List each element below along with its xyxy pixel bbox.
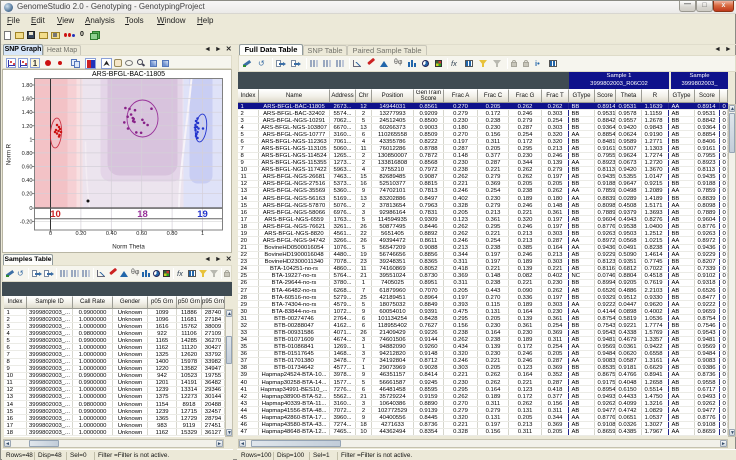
svg-text:-0.20: -0.20	[20, 220, 33, 226]
svg-text:1.80: 1.80	[22, 83, 33, 89]
svg-text:0.80: 0.80	[22, 151, 33, 157]
svg-text:ARS-BFGL-BAC-11805: ARS-BFGL-BAC-11805	[92, 71, 165, 78]
svg-text:1.60: 1.60	[22, 97, 33, 103]
svg-text:18: 18	[137, 209, 148, 220]
svg-text:1.20: 1.20	[22, 124, 33, 130]
svg-text:10: 10	[50, 209, 61, 220]
svg-text:1.40: 1.40	[22, 110, 33, 116]
svg-text:1: 1	[29, 137, 32, 143]
svg-text:Norm R: Norm R	[6, 143, 13, 165]
svg-text:0: 0	[29, 206, 32, 212]
svg-text:0.20: 0.20	[22, 192, 33, 198]
svg-text:0.40: 0.40	[22, 178, 33, 184]
svg-text:19: 19	[197, 209, 208, 220]
svg-text:Norm Theta: Norm Theta	[112, 244, 145, 251]
svg-text:0.60: 0.60	[22, 165, 33, 171]
